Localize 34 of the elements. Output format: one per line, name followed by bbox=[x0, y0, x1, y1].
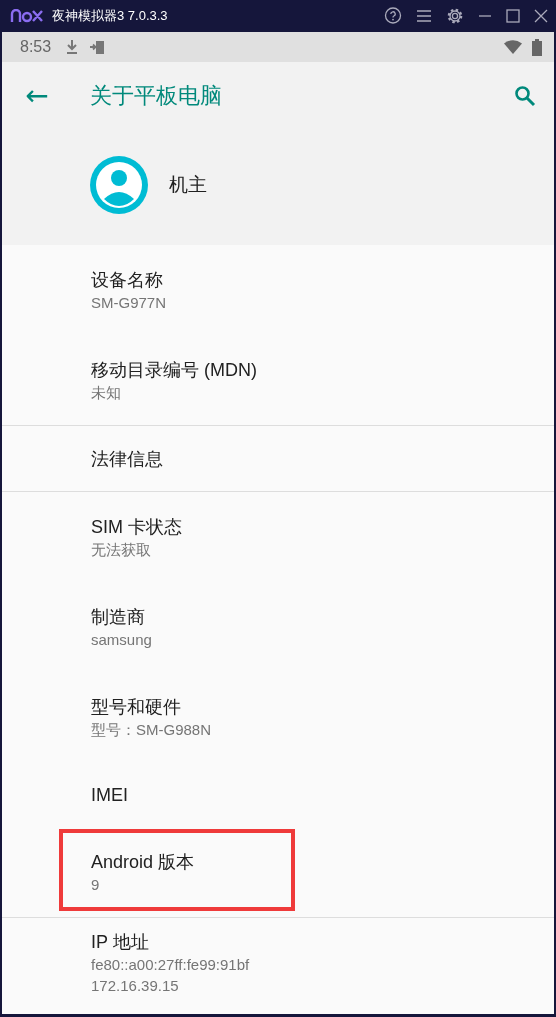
settings-icon[interactable] bbox=[446, 7, 464, 25]
setting-value: SM-G977N bbox=[91, 292, 168, 313]
setting-title[interactable]: 型号和硬件 bbox=[91, 694, 554, 719]
download-icon bbox=[65, 39, 80, 55]
close-icon[interactable] bbox=[534, 9, 548, 23]
wifi-icon bbox=[504, 40, 522, 54]
page-title: 关于平板电脑 bbox=[90, 82, 222, 110]
logo-icon bbox=[10, 9, 44, 23]
setting-value: 9 bbox=[91, 874, 101, 895]
setting-title[interactable]: 制造商 bbox=[91, 604, 554, 629]
setting-value: 未知 bbox=[91, 382, 122, 403]
setting-value: fe80::a00:27ff:fe99:91bf bbox=[91, 955, 251, 975]
account-name[interactable]: 机主 bbox=[169, 172, 207, 198]
setting-title[interactable]: 移动目录编号 (MDN) bbox=[91, 357, 554, 382]
maximize-icon[interactable] bbox=[506, 9, 520, 23]
setting-title[interactable]: IMEI bbox=[91, 782, 554, 807]
search-icon[interactable] bbox=[514, 85, 536, 107]
setting-title[interactable]: 设备名称 bbox=[91, 267, 554, 292]
setting-title[interactable]: SIM 卡状态 bbox=[91, 514, 554, 539]
back-button[interactable]: ← bbox=[22, 82, 52, 110]
status-time: 8:53 bbox=[20, 38, 52, 56]
setting-value: 无法获取 bbox=[91, 539, 152, 560]
avatar-icon bbox=[89, 155, 149, 215]
setting-title[interactable]: Android 版本 bbox=[91, 849, 554, 874]
setting-title[interactable]: 法律信息 bbox=[91, 446, 554, 471]
setting-value: 型号：SM-G988N bbox=[91, 719, 213, 740]
help-icon[interactable] bbox=[384, 7, 402, 25]
battery-icon bbox=[532, 38, 542, 56]
sim-transfer-icon bbox=[89, 39, 106, 55]
menu-icon[interactable] bbox=[416, 9, 432, 23]
window-title: 夜神模拟器3 7.0.3.3 bbox=[52, 7, 168, 25]
setting-title[interactable]: IP 地址 bbox=[91, 930, 554, 954]
setting-value: samsung bbox=[91, 629, 153, 650]
setting-value: 172.16.39.15 bbox=[91, 976, 180, 996]
